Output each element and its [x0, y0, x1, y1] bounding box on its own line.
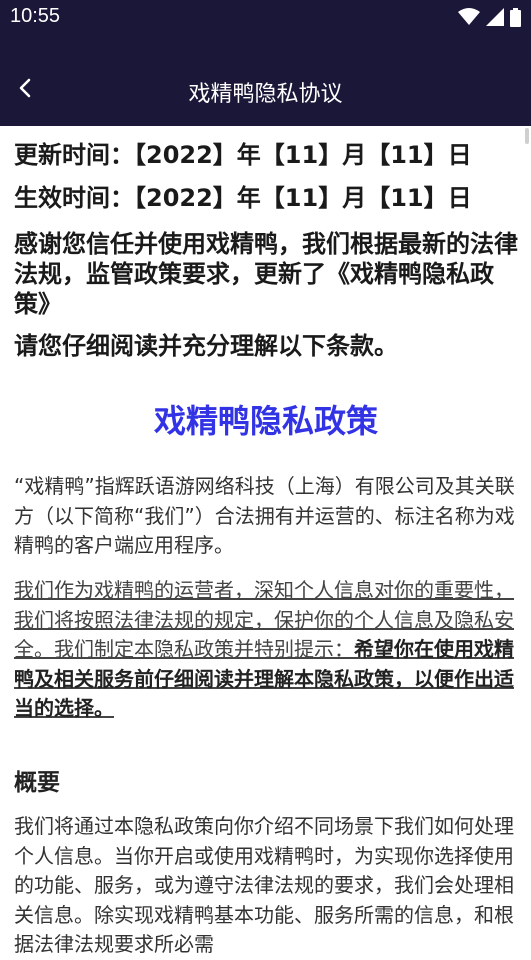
app-bar: 戏精鸭隐私协议	[0, 34, 531, 126]
status-bar: 10:55	[0, 0, 531, 34]
battery-icon	[510, 7, 521, 27]
read-prompt: 请您仔细阅读并充分理解以下条款。	[14, 332, 398, 360]
page-title: 戏精鸭隐私协议	[188, 82, 343, 107]
wifi-icon	[458, 8, 480, 25]
scrollbar[interactable]	[525, 128, 529, 144]
overview-paragraph: 我们将通过本隐私政策向你介绍不同场景下我们如何处理个人信息。当你开启或使用戏精鸭…	[14, 814, 514, 956]
thanks-notice: 感谢您信任并使用戏精鸭，我们根据最新的法律法规，监管政策要求，更新了《戏精鸭隐私…	[14, 230, 518, 318]
policy-title: 戏精鸭隐私政策	[153, 402, 378, 440]
intro-paragraph: “戏精鸭”指辉跃语游网络科技（上海）有限公司及其关联方（以下简称“我们”）合法拥…	[14, 474, 515, 557]
overview-heading: 概要	[14, 770, 60, 796]
important-notice: 我们作为戏精鸭的运营者，深知个人信息对你的重要性，我们将按照法律法规的规定，保护…	[14, 576, 518, 724]
cellular-signal-icon	[486, 8, 504, 26]
status-icons	[458, 7, 521, 27]
status-time: 10:55	[10, 5, 61, 27]
effective-time: 生效时间：【2022】年【11】月【11】日	[14, 184, 472, 212]
update-time: 更新时间：【2022】年【11】月【11】日	[14, 141, 472, 169]
